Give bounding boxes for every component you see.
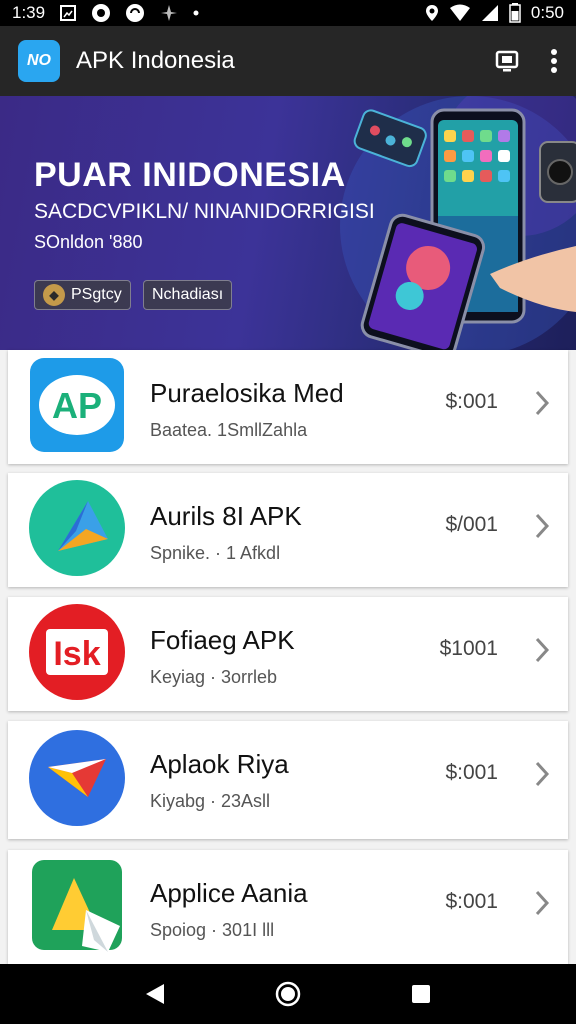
- app-name: Aurils 8I APK: [150, 501, 302, 531]
- more-options-icon[interactable]: [550, 48, 558, 74]
- app-name: Puraelosika Med: [150, 378, 344, 408]
- chevron-right-icon: [532, 388, 552, 423]
- sync-notification-icon: [125, 3, 145, 23]
- more-notifications-dot-icon: [193, 10, 199, 16]
- app-meta: Baatea. 1SmllZahla: [150, 420, 308, 440]
- pinwheel-icon: [159, 3, 179, 23]
- app-name: Applice Aania: [150, 878, 308, 908]
- chevron-right-icon: [532, 888, 552, 923]
- svg-text:Isk: Isk: [53, 635, 100, 673]
- badge-label: Nchadiası: [152, 286, 224, 303]
- app-meta: Kiyabg · 23Asll: [150, 791, 271, 811]
- home-icon[interactable]: [274, 980, 302, 1008]
- banner-badge-psgtcy[interactable]: ◆ PSgtcy: [34, 280, 131, 310]
- chevron-right-icon: [532, 511, 552, 546]
- system-nav-bar: [0, 964, 576, 1024]
- signal-icon: [481, 4, 499, 22]
- app-meta: Spoiog · 301I lll: [150, 920, 275, 940]
- banner-title: PUAR INIDONESIA: [34, 156, 346, 194]
- banner-tagline: SOnldon '880: [34, 232, 143, 252]
- app-bar: NO APK Indonesia: [0, 26, 576, 96]
- screenshot-icon: [59, 4, 77, 22]
- recents-icon[interactable]: [410, 983, 432, 1005]
- app-meta: Spnike. · 1 Afkdl: [150, 543, 281, 563]
- list-item[interactable]: Aplaok Riya Kiyabg · 23Asll $:001: [8, 721, 568, 839]
- wifi-icon: [449, 4, 471, 22]
- app-name: Fofiaeg APK: [150, 625, 295, 655]
- promo-banner[interactable]: PUAR INIDONESIA SACDCVPIKLN/ NINANIDORRI…: [0, 96, 576, 350]
- app-title: APK Indonesia: [76, 47, 235, 74]
- ap-icon: AP: [28, 356, 126, 454]
- app-price: $:001: [445, 390, 498, 413]
- chevron-right-icon: [532, 635, 552, 670]
- app-price: $1001: [439, 637, 498, 660]
- list-item[interactable]: Applice Aania Spoiog · 301I lll $:001: [8, 850, 568, 964]
- app-price: $:001: [445, 761, 498, 784]
- isk-icon: Isk: [28, 603, 126, 701]
- list-item[interactable]: Aurils 8I APK Spnike. · 1 Afkdl $/001: [8, 473, 568, 587]
- status-bar: 1:39 0:50: [0, 0, 576, 26]
- svg-text:AP: AP: [52, 385, 102, 426]
- badge-label: PSgtcy: [71, 286, 122, 303]
- app-notification-icon: [91, 3, 111, 23]
- envelope-arrow-icon: [28, 729, 126, 827]
- list-item[interactable]: Isk Fofiaeg APK Keyiag · 3orrleb $1001: [8, 597, 568, 711]
- folded-a-icon: [28, 856, 126, 954]
- cast-icon[interactable]: [494, 48, 520, 74]
- app-name: Aplaok Riya: [150, 749, 289, 779]
- shield-badge-icon: ◆: [43, 284, 65, 306]
- list-item[interactable]: AP Puraelosika Med Baatea. 1SmllZahla $:…: [8, 350, 568, 464]
- status-time: 1:39: [12, 3, 46, 22]
- chevron-right-icon: [532, 759, 552, 794]
- app-price: $/001: [445, 513, 498, 536]
- play-arrow-icon: [28, 479, 126, 577]
- back-icon[interactable]: [144, 982, 166, 1006]
- location-pin-icon: [425, 4, 439, 22]
- banner-subtitle: SACDCVPIKLN/ NINANIDORRIGISI: [34, 200, 375, 223]
- battery-text: 0:50: [530, 3, 564, 22]
- app-logo: NO: [18, 40, 60, 82]
- banner-badge-nchadiasi[interactable]: Nchadiası: [143, 280, 233, 310]
- battery-icon: [509, 3, 521, 23]
- app-meta: Keyiag · 3orrleb: [150, 667, 278, 687]
- app-price: $:001: [445, 890, 498, 913]
